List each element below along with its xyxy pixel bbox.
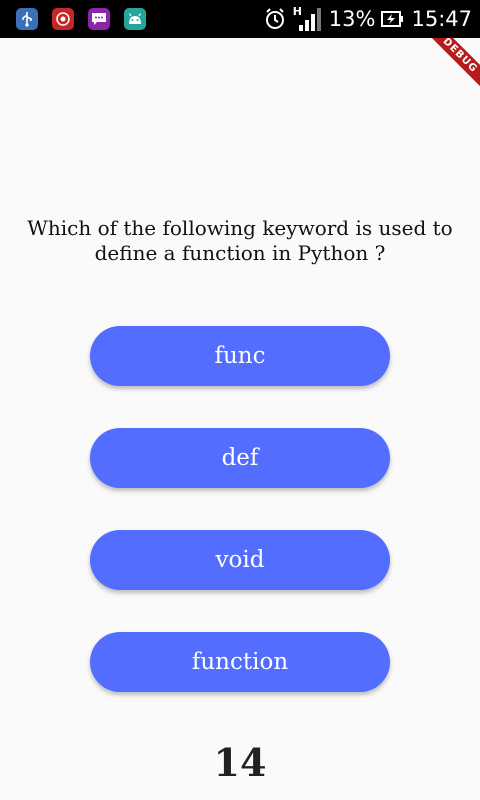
question-counter: 14 bbox=[213, 740, 267, 785]
signal-icon: H bbox=[293, 5, 323, 33]
debug-banner: DEBUG bbox=[428, 38, 480, 90]
clock-time: 15:47 bbox=[411, 7, 472, 31]
answer-button-2[interactable]: def bbox=[90, 428, 390, 488]
alarm-clock-icon bbox=[263, 7, 287, 31]
battery-percent: 13% bbox=[328, 7, 376, 31]
usb-icon bbox=[16, 8, 38, 30]
status-right-group: H 13% 15:47 bbox=[263, 0, 472, 38]
answer-button-1[interactable]: func bbox=[90, 326, 390, 386]
battery-charging-icon bbox=[381, 9, 405, 29]
question-text: Which of the following keyword is used t… bbox=[27, 216, 453, 265]
android-icon bbox=[124, 8, 146, 30]
answer-button-4[interactable]: function bbox=[90, 632, 390, 692]
message-icon bbox=[88, 8, 110, 30]
network-type-label: H bbox=[292, 5, 302, 18]
screen-recorder-icon bbox=[52, 8, 74, 30]
debug-banner-label: DEBUG bbox=[428, 38, 480, 90]
status-bar: H 13% 15:47 bbox=[0, 0, 480, 38]
answer-button-3[interactable]: void bbox=[90, 530, 390, 590]
